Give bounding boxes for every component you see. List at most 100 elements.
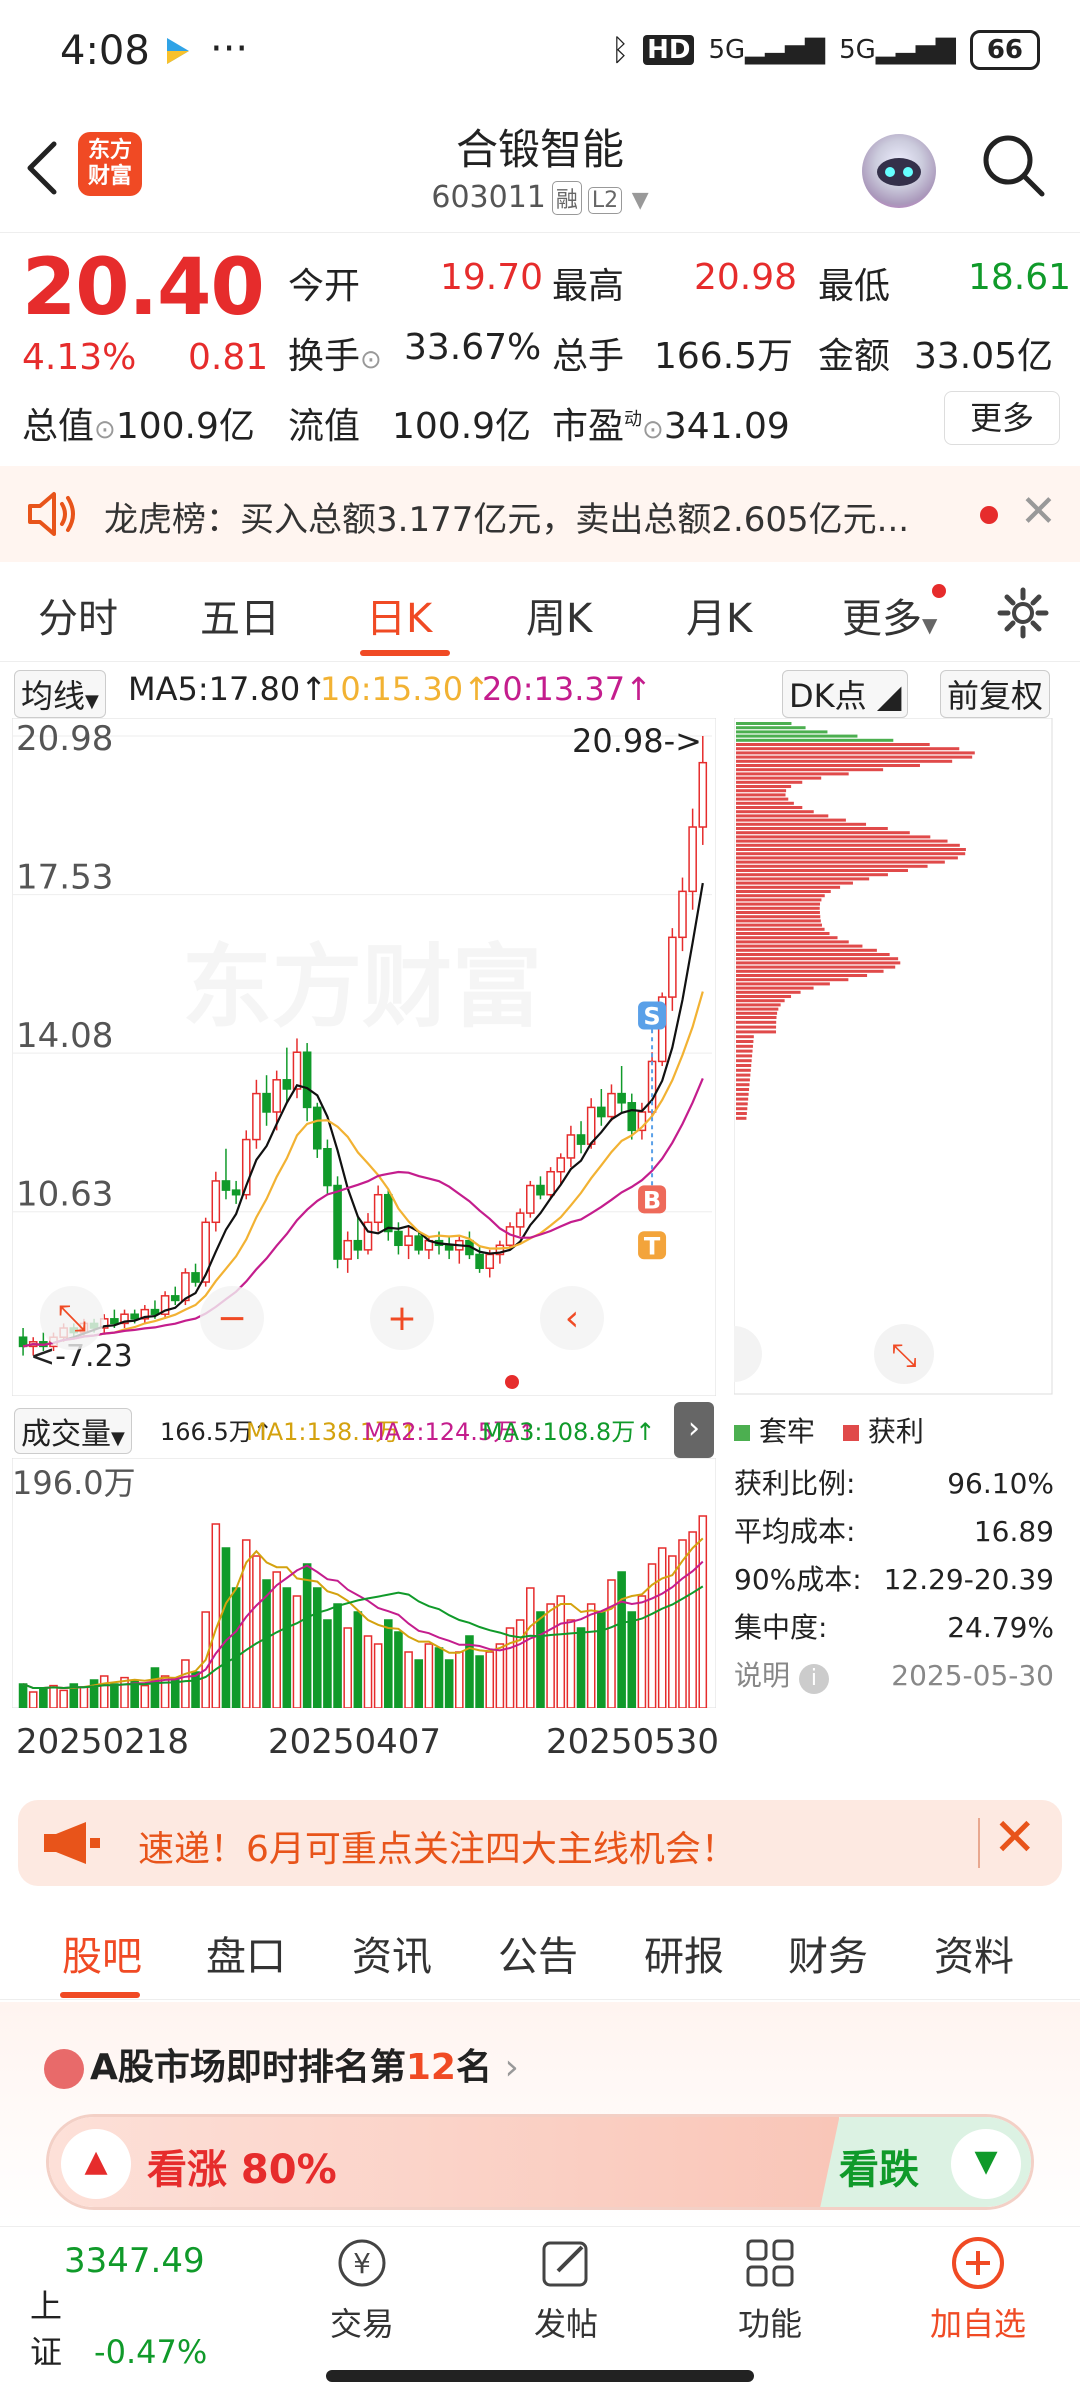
tab-weekly-k[interactable]: 周K (526, 586, 592, 644)
volume-bar (272, 1571, 281, 1708)
candle-body (586, 1106, 596, 1145)
level2-tag: L2 (587, 187, 623, 214)
nav-function[interactable]: 功能 (690, 2227, 850, 2345)
volume-bar (688, 1531, 697, 1708)
nav-post[interactable]: 发帖 (486, 2227, 646, 2345)
status-bar: 4:08 ··· ᛒ HD 5G▂▃▅▇ 5G▂▃▅▇ 66 (0, 0, 1080, 100)
robot-assistant-icon[interactable] (862, 134, 936, 208)
volume-bar (515, 1619, 525, 1708)
chip-bar (736, 944, 863, 948)
chip-bar (736, 810, 814, 814)
volume-bar (353, 1611, 363, 1708)
chip-bar (736, 894, 825, 898)
more-dot (932, 584, 946, 598)
tab-pankou[interactable]: 盘口 (206, 1924, 286, 1982)
chip-bar (736, 776, 822, 780)
candle-body (576, 1134, 586, 1145)
notice-banner[interactable]: 速递！6月可重点关注四大主线机会！ ✕ (18, 1800, 1062, 1886)
candle-body (515, 1212, 525, 1228)
chip-bar (736, 923, 822, 927)
chip-bar (736, 759, 953, 763)
candle-body (130, 1313, 139, 1320)
close-notice-icon[interactable]: ✕ (993, 1808, 1037, 1868)
close-banner-icon[interactable]: ✕ (1020, 486, 1057, 537)
candle-body (444, 1244, 454, 1251)
settings-gear-icon[interactable] (996, 586, 1050, 640)
chip-bar (736, 1073, 751, 1077)
chip-bar (736, 831, 910, 835)
dk-point-select[interactable]: DK点 ◢ (782, 670, 909, 718)
candle-body (566, 1134, 576, 1159)
zoom-control-glyph: + (387, 1298, 417, 1339)
zoom-control-glyph: − (217, 1298, 247, 1339)
chip-bar (736, 953, 890, 956)
chip-bar (736, 780, 803, 784)
volume-bar (637, 1595, 647, 1708)
chip-bar (736, 1078, 750, 1082)
chip-bar (736, 1092, 749, 1096)
chip-bar (736, 726, 806, 730)
volume-bar (39, 1687, 48, 1708)
mktcap-field: 总值⊙100.9亿 (22, 406, 255, 447)
volume-bar (455, 1651, 464, 1708)
tab-intraday[interactable]: 分时 (38, 586, 118, 644)
volume-bar (607, 1579, 616, 1708)
chip-bar (736, 806, 803, 809)
volume-indicator-bar: 成交量▼ 166.5万↑ MA1:138.1万↑ MA2:124.5万↑ MA3… (0, 1400, 1080, 1458)
chip-bar (736, 1025, 777, 1029)
nav-add-watchlist[interactable]: 加自选 (898, 2227, 1058, 2345)
watermark-text: 东方财富 (182, 935, 542, 1040)
tab-news[interactable]: 资讯 (352, 1924, 432, 1982)
dragon-tiger-banner[interactable]: 龙虎榜：买入总额3.177亿元，卖出总额2.605亿元... ✕ (0, 466, 1080, 562)
candle-body (597, 1106, 606, 1118)
candle-body (678, 890, 687, 939)
chip-bar (736, 885, 841, 889)
chip-bar (736, 1020, 777, 1024)
more-quote-button[interactable]: 更多 (944, 391, 1060, 445)
svg-text:¥: ¥ (353, 2247, 371, 2280)
chip-bar (736, 995, 792, 998)
dragon-tiger-text: 龙虎榜：买入总额3.177亿元，卖出总额2.605亿元... (104, 500, 910, 540)
volume-bar (394, 1631, 403, 1708)
stock-code: 603011 (431, 180, 546, 215)
tab-five-day[interactable]: 五日 (200, 586, 280, 644)
active-tab-underline (60, 1992, 140, 1998)
chip-bar (736, 974, 868, 977)
chip-bar (736, 1083, 750, 1087)
search-icon[interactable] (978, 130, 1050, 202)
home-indicator (326, 2370, 754, 2382)
tab-guba[interactable]: 股吧 (62, 1924, 142, 1982)
chip-bar (736, 1088, 750, 1091)
vote-down-button[interactable]: ▼ (951, 2129, 1021, 2199)
megaphone-icon (44, 1822, 100, 1864)
index-quote[interactable]: 3347.49 上证 -0.47% (30, 2241, 230, 2373)
chip-stats: 获利比例: 96.10% 平均成本: 16.89 90%成本: 12.29-20.39… (734, 1460, 1054, 1700)
volume-bar (292, 1595, 302, 1708)
tab-announcements[interactable]: 公告 (498, 1924, 578, 1982)
candle-body (221, 1180, 231, 1191)
tab-profile[interactable]: 资料 (934, 1924, 1014, 1982)
tab-daily-k[interactable]: 日K (366, 586, 432, 644)
signal-1-icon: 5G▂▃▅▇ (708, 35, 826, 65)
vote-up-button[interactable]: ▲ (61, 2129, 131, 2199)
expand-arrow-icon[interactable]: › (674, 1402, 714, 1458)
volume-select[interactable]: 成交量▼ (14, 1408, 132, 1454)
candle-body (211, 1180, 221, 1224)
market-rank[interactable]: A股市场即时排名第12名 › (44, 2038, 519, 2090)
tab-finance[interactable]: 财务 (788, 1924, 868, 1982)
candle-body (323, 1148, 332, 1187)
indicator-select[interactable]: 均线▼ (14, 670, 106, 718)
volume-bar (110, 1683, 119, 1708)
stat-note[interactable]: 说明 i 2025-05-30 (734, 1652, 1054, 1700)
kline-chart[interactable]: 20.9817.5314.0810.63东方财富20.98-><-7.23SBT… (12, 718, 716, 1396)
chip-bar (736, 890, 831, 893)
chip-bar (736, 734, 858, 738)
volume-chart[interactable]: 196.0万 (12, 1458, 716, 1708)
tab-research[interactable]: 研报 (644, 1924, 724, 1982)
nav-trade[interactable]: ¥ 交易 (282, 2227, 442, 2345)
low-value: 18.61 (968, 257, 1072, 298)
status-time: 4:08 (60, 28, 150, 74)
tab-more[interactable]: 更多▼ (842, 586, 937, 644)
tab-monthly-k[interactable]: 月K (686, 586, 752, 644)
adjust-select[interactable]: 前复权 (940, 670, 1051, 718)
